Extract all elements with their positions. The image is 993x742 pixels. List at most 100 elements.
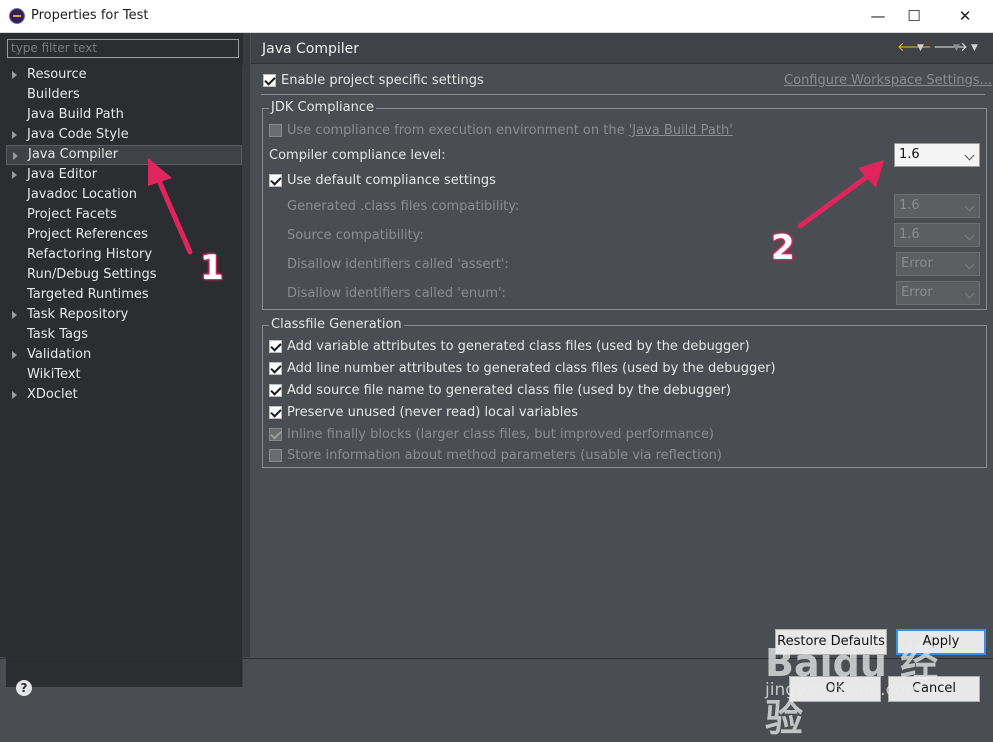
tree-item-label: Targeted Runtimes <box>27 287 149 302</box>
enum-select: Error <box>896 281 980 305</box>
use-env-checkbox <box>269 124 282 137</box>
restore-defaults-button[interactable]: Restore Defaults <box>775 629 887 655</box>
expand-arrow-icon[interactable] <box>12 311 17 319</box>
expand-arrow-icon[interactable] <box>12 131 17 139</box>
tree-item-label: Resource <box>27 67 87 82</box>
classfile-checkbox-4[interactable] <box>269 406 282 419</box>
cancel-button[interactable]: Cancel <box>888 676 980 702</box>
tree-item-xdoclet[interactable]: XDoclet <box>6 385 242 405</box>
tree-item-java-compiler[interactable]: Java Compiler <box>6 145 242 165</box>
source-compat-value: 1.6 <box>899 227 920 242</box>
enable-specific-label: Enable project specific settings <box>281 73 484 88</box>
tree-item-label: Run/Debug Settings <box>27 267 157 282</box>
ok-button[interactable]: OK <box>789 676 881 702</box>
configure-workspace-link[interactable]: Configure Workspace Settings... <box>784 73 992 88</box>
source-compat-label: Source compatibility: <box>287 228 424 243</box>
tree-item-task-tags[interactable]: Task Tags <box>6 325 242 345</box>
tree-item-java-editor[interactable]: Java Editor <box>6 165 242 185</box>
compliance-level-label: Compiler compliance level: <box>269 148 446 163</box>
java-build-path-link[interactable]: 'Java Build Path' <box>629 123 733 138</box>
right-pane: Java Compiler 🡐 ▼ 🡒 ▼ ▼ Enable project s… <box>251 33 993 657</box>
forward-dropdown-icon[interactable]: ▼ <box>953 43 960 53</box>
source-compat-select: 1.6 <box>894 223 980 247</box>
classfile-label-4: Preserve unused (never read) local varia… <box>287 405 579 420</box>
title-bar: Properties for Test — ☐ ✕ <box>0 0 993 33</box>
chevron-down-icon <box>964 230 975 241</box>
annotation-number-2: 2 <box>771 228 795 268</box>
annotation-number-1: 1 <box>200 248 224 288</box>
expand-arrow-icon[interactable] <box>12 71 17 79</box>
use-env-label: Use compliance from execution environmen… <box>287 123 629 138</box>
classfile-label-6: Store information about method parameter… <box>287 448 722 463</box>
tree-item-validation[interactable]: Validation <box>6 345 242 365</box>
tree-scrollbar[interactable] <box>243 33 250 657</box>
chevron-down-icon <box>964 259 975 270</box>
tree-item-javadoc-location[interactable]: Javadoc Location <box>6 185 242 205</box>
classfile-option-2[interactable]: Add line number attributes to generated … <box>269 361 776 376</box>
filter-input[interactable]: type filter text <box>7 39 239 58</box>
jdk-compliance-legend: JDK Compliance <box>269 100 377 115</box>
classfile-checkbox-1[interactable] <box>269 340 282 353</box>
tree-item-label: Task Repository <box>27 307 129 322</box>
use-default-checkbox[interactable] <box>269 174 282 187</box>
classfile-checkbox-6[interactable] <box>269 449 282 462</box>
tree-item-label: Java Editor <box>27 167 98 182</box>
assert-label: Disallow identifiers called 'assert': <box>287 257 509 272</box>
enable-specific-row[interactable]: Enable project specific settings <box>263 73 484 88</box>
tree-item-project-references[interactable]: Project References <box>6 225 242 245</box>
classfile-checkbox-3[interactable] <box>269 384 282 397</box>
compliance-level-select[interactable]: 1.6 <box>894 143 980 167</box>
page-title: Java Compiler <box>262 41 360 57</box>
generated-compat-value: 1.6 <box>899 198 920 213</box>
tree-item-label: Task Tags <box>27 327 88 342</box>
help-icon[interactable]: ? <box>16 680 32 696</box>
footer-separator <box>0 658 993 659</box>
classfile-label-1: Add variable attributes to generated cla… <box>287 339 750 354</box>
tree-item-task-repository[interactable]: Task Repository <box>6 305 242 325</box>
classfile-label-3: Add source file name to generated class … <box>287 383 731 398</box>
use-default-label: Use default compliance settings <box>287 173 496 188</box>
enable-specific-checkbox[interactable] <box>263 74 276 87</box>
classfile-option-3[interactable]: Add source file name to generated class … <box>269 383 731 398</box>
view-menu-icon[interactable]: ▼ <box>971 43 978 53</box>
tree-item-resource[interactable]: Resource <box>6 65 242 85</box>
classfile-option-4[interactable]: Preserve unused (never read) local varia… <box>269 405 578 420</box>
generated-compat-select: 1.6 <box>894 194 980 218</box>
tree-item-label: WikiText <box>27 367 81 382</box>
tree-item-project-facets[interactable]: Project Facets <box>6 205 242 225</box>
back-arrow-icon[interactable]: 🡐 <box>897 39 932 55</box>
expand-arrow-icon[interactable] <box>12 351 17 359</box>
expand-arrow-icon[interactable] <box>12 171 17 179</box>
tree-item-label: XDoclet <box>27 387 78 402</box>
back-dropdown-icon[interactable]: ▼ <box>917 43 924 53</box>
maximize-button[interactable]: ☐ <box>891 0 937 32</box>
close-button[interactable]: ✕ <box>942 0 988 32</box>
classfile-option-6[interactable]: Store information about method parameter… <box>269 448 722 463</box>
expand-arrow-icon[interactable] <box>12 391 17 399</box>
tree-item-label: Java Build Path <box>27 107 124 122</box>
left-pane: type filter text Resource Builders Java … <box>0 33 250 687</box>
eclipse-app-icon <box>9 8 25 24</box>
tree-item-wikitext[interactable]: WikiText <box>6 365 242 385</box>
assert-value: Error <box>901 256 933 271</box>
tree-item-label: Java Compiler <box>28 147 119 162</box>
tree-item-targeted-runtimes[interactable]: Targeted Runtimes <box>6 285 242 305</box>
tree-item-builders[interactable]: Builders <box>6 85 242 105</box>
forward-arrow-icon[interactable]: 🡒 <box>933 39 968 55</box>
tree-item-label: Java Code Style <box>27 127 129 142</box>
classfile-option-1[interactable]: Add variable attributes to generated cla… <box>269 339 750 354</box>
use-default-row[interactable]: Use default compliance settings <box>269 173 496 188</box>
tree-item-java-code-style[interactable]: Java Code Style <box>6 125 242 145</box>
window-title: Properties for Test <box>31 8 149 23</box>
classfile-checkbox-2[interactable] <box>269 362 282 375</box>
classfile-label-2: Add line number attributes to generated … <box>287 361 776 376</box>
tree-item-java-build-path[interactable]: Java Build Path <box>6 105 242 125</box>
enum-value: Error <box>901 285 933 300</box>
generated-compat-label: Generated .class files compatibility: <box>287 199 520 214</box>
apply-button[interactable]: Apply <box>896 629 986 655</box>
chevron-down-icon <box>964 150 975 161</box>
classfile-legend: Classfile Generation <box>269 317 404 332</box>
expand-arrow-icon[interactable] <box>13 152 18 160</box>
tree-item-label: Project References <box>27 227 148 242</box>
compliance-level-value: 1.6 <box>899 147 920 162</box>
